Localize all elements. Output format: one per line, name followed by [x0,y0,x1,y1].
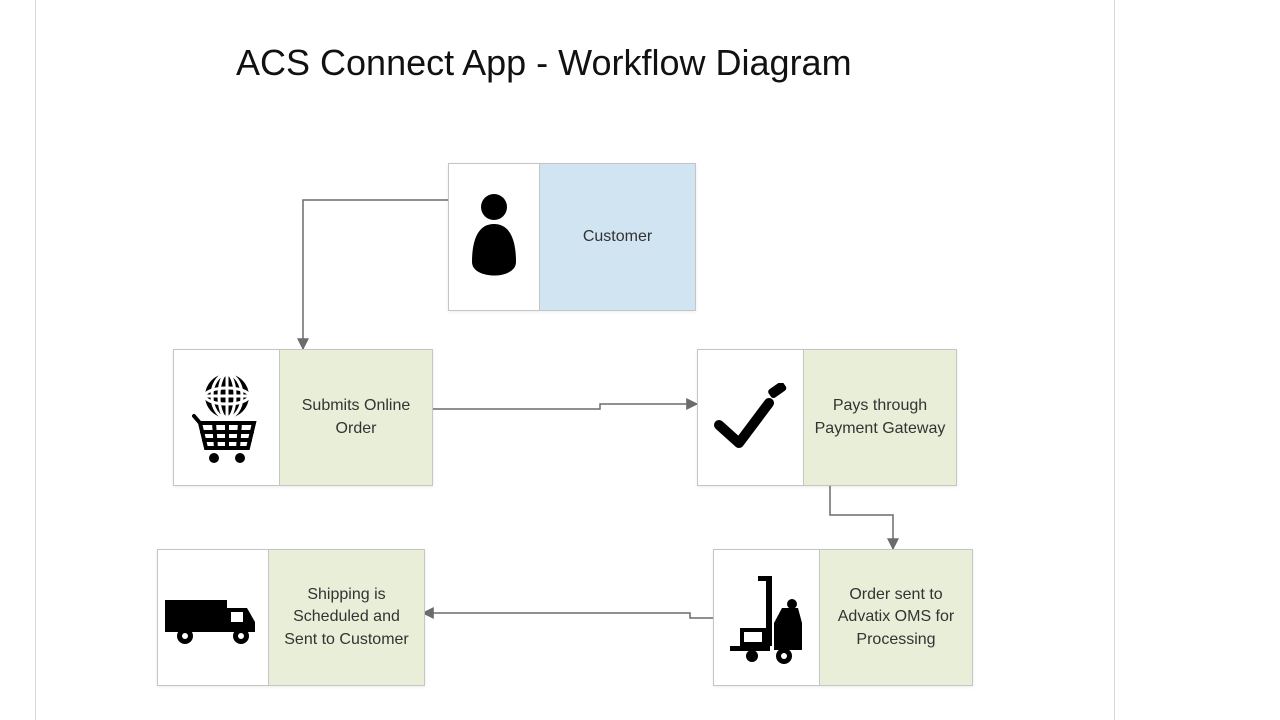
truck-icon [158,550,269,685]
node-customer: Customer [448,163,696,311]
node-oms-label: Order sent to Advatix OMS for Processing [820,550,972,685]
node-shipping-label: Shipping is Scheduled and Sent to Custom… [269,550,424,685]
node-shipping: Shipping is Scheduled and Sent to Custom… [157,549,425,686]
node-payment: Pays through Payment Gateway [697,349,957,486]
workflow-diagram: ACS Connect App - Workflow Diagram Custo… [0,0,1280,720]
customer-icon [449,164,540,310]
diagram-title: ACS Connect App - Workflow Diagram [236,42,852,84]
node-oms: Order sent to Advatix OMS for Processing [713,549,973,686]
forklift-icon [714,550,820,685]
node-payment-label: Pays through Payment Gateway [804,350,956,485]
node-submit-order: Submits Online Order [173,349,433,486]
checkmark-pen-icon [698,350,804,485]
node-submit-order-label: Submits Online Order [280,350,432,485]
cart-globe-icon [174,350,280,485]
node-customer-label: Customer [540,164,695,310]
